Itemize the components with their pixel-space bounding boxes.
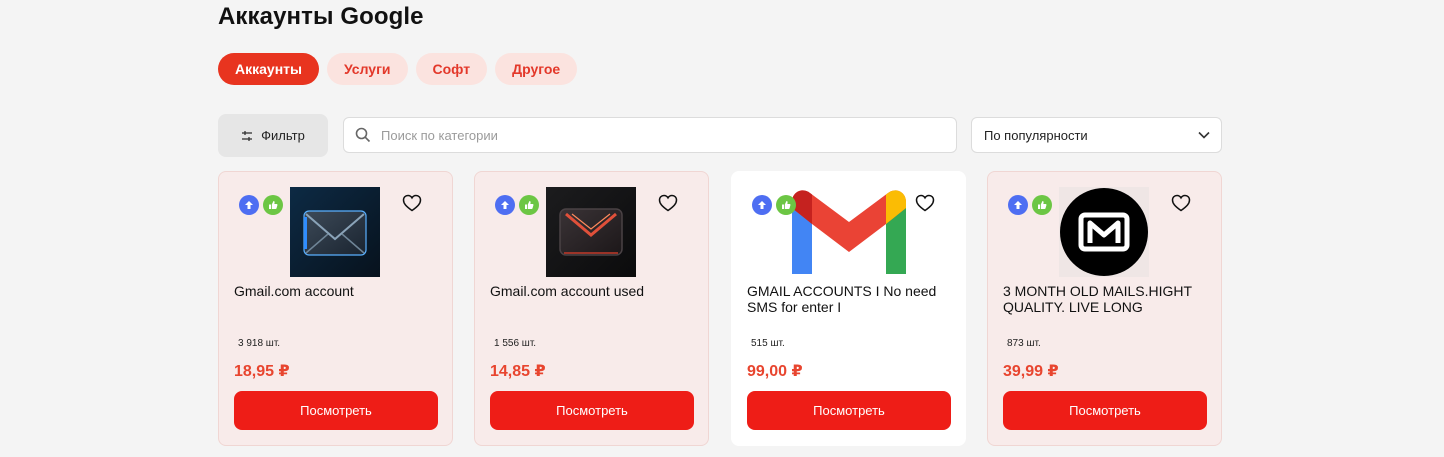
thumbs-up-icon [519, 195, 539, 215]
page-title: Аккаунты Google [218, 3, 424, 30]
tab-services[interactable]: Услуги [326, 53, 408, 85]
category-tabs: Аккаунты Услуги Софт Другое [218, 53, 578, 85]
stock-count: 1 556 шт. [494, 338, 537, 349]
chevron-down-icon [1198, 131, 1210, 139]
boost-arrow-icon [239, 195, 259, 215]
view-button[interactable]: Посмотреть [1003, 391, 1207, 430]
stock-count: 515 шт. [751, 338, 785, 349]
product-price: 99,00 ₽ [747, 363, 803, 380]
product-price: 14,85 ₽ [490, 363, 546, 380]
view-button[interactable]: Посмотреть [490, 391, 694, 430]
favorite-heart-icon[interactable] [915, 194, 935, 217]
search-icon [355, 127, 371, 143]
boost-arrow-icon [752, 195, 772, 215]
card-badges [1008, 195, 1052, 215]
search-box [343, 117, 957, 153]
product-title[interactable]: GMAIL ACCOUNTS I No need SMS for enter I [747, 283, 957, 315]
filter-label: Фильтр [261, 128, 305, 143]
card-badges [495, 195, 539, 215]
stock-count: 873 шт. [1007, 338, 1041, 349]
favorite-heart-icon[interactable] [402, 194, 422, 217]
card-badges [752, 195, 796, 215]
sliders-icon [242, 130, 253, 141]
favorite-heart-icon[interactable] [658, 194, 678, 217]
product-card[interactable]: Gmail.com account 3 918 шт. 18,95 ₽ Посм… [218, 171, 453, 446]
product-image [290, 187, 380, 277]
product-image [1059, 187, 1149, 277]
boost-arrow-icon [495, 195, 515, 215]
product-title[interactable]: 3 MONTH OLD MAILS.HIGHT QUALITY. LIVE LO… [1003, 283, 1213, 315]
thumbs-up-icon [776, 195, 796, 215]
product-image [546, 187, 636, 277]
sort-value: По популярности [984, 127, 1088, 143]
boost-arrow-icon [1008, 195, 1028, 215]
tab-software[interactable]: Софт [415, 53, 488, 85]
filter-button[interactable]: Фильтр [218, 114, 328, 157]
product-card[interactable]: GMAIL ACCOUNTS I No need SMS for enter I… [731, 171, 966, 446]
product-card[interactable]: Gmail.com account used 1 556 шт. 14,85 ₽… [474, 171, 709, 446]
search-input[interactable] [379, 126, 956, 144]
gmail-logo-image [792, 190, 906, 274]
card-badges [239, 195, 283, 215]
product-price: 39,99 ₽ [1003, 363, 1059, 380]
thumbs-up-icon [263, 195, 283, 215]
favorite-heart-icon[interactable] [1171, 194, 1191, 217]
sort-select[interactable]: По популярности [971, 117, 1222, 153]
view-button[interactable]: Посмотреть [747, 391, 951, 430]
product-title[interactable]: Gmail.com account [234, 283, 444, 299]
thumbs-up-icon [1032, 195, 1052, 215]
view-button[interactable]: Посмотреть [234, 391, 438, 430]
product-card[interactable]: 3 MONTH OLD MAILS.HIGHT QUALITY. LIVE LO… [987, 171, 1222, 446]
product-title[interactable]: Gmail.com account used [490, 283, 700, 299]
tab-accounts[interactable]: Аккаунты [218, 53, 319, 85]
stock-count: 3 918 шт. [238, 338, 281, 349]
product-price: 18,95 ₽ [234, 363, 290, 380]
tab-other[interactable]: Другое [495, 53, 578, 85]
